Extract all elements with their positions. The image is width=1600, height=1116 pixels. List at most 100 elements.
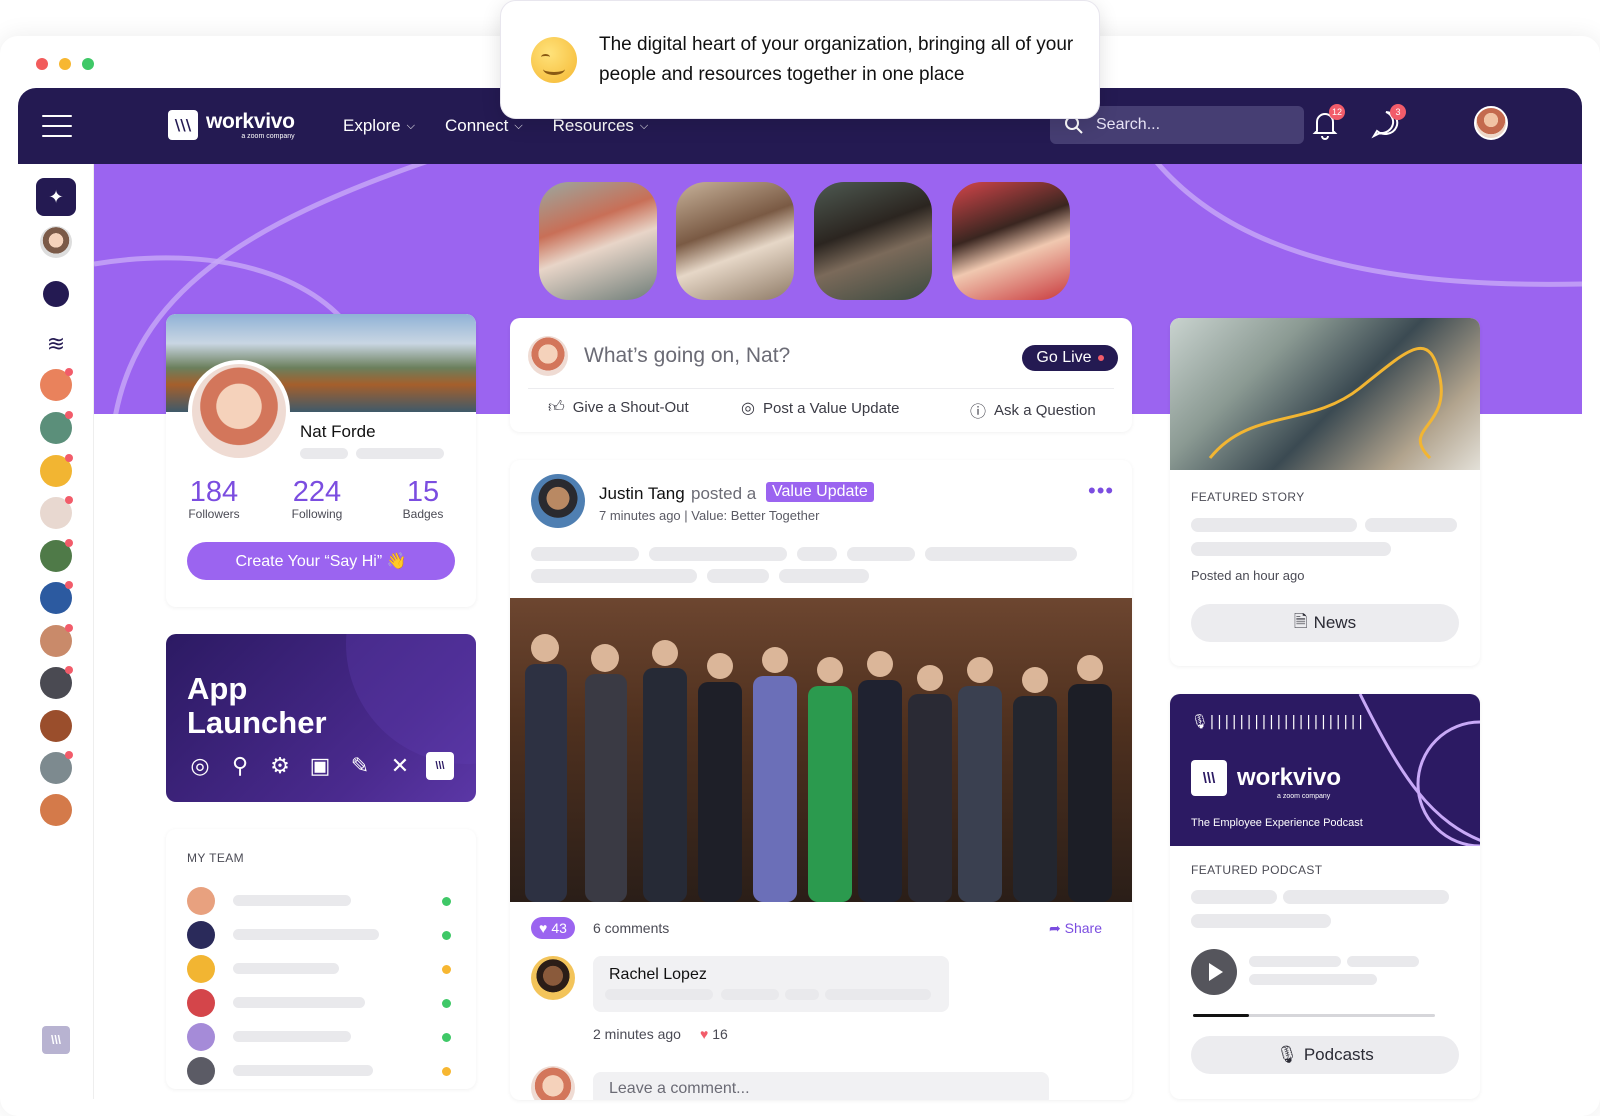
team-member-row[interactable] [187,955,457,983]
placeholder-line [925,547,1077,561]
reactions-count: 43 [551,920,567,936]
comment-likes[interactable]: ♥ 16 [700,1026,728,1042]
minimize-window-dot[interactable] [59,58,71,70]
play-button[interactable] [1191,949,1237,995]
tools-icon[interactable]: ✕ [386,752,414,780]
nav-resources-label: Resources [552,116,634,135]
hero-photo-3 [814,182,932,300]
value-update-label: Post a Value Update [762,399,900,417]
profile-avatar[interactable] [188,360,290,462]
placeholder-line [1191,890,1277,904]
sidebar-space-3[interactable] [40,454,73,487]
comment-input[interactable] [593,1072,1049,1100]
app-launcher-card[interactable]: App Launcher ◎ ⚲ ⚙ ▣ ✎ ✕ \\\ [166,634,476,802]
post-author-name[interactable]: Justin Tang [599,484,685,504]
document-icon: 🗎 [1293,611,1308,631]
team-member-row[interactable] [187,989,457,1017]
ask-question-button[interactable]: ⓘ Ask a Question [970,398,1096,422]
document-edit-icon[interactable]: ✎ [346,752,374,780]
reactions-badge[interactable]: ♥ 43 [531,917,575,939]
podcast-banner[interactable]: 🎙︎||||||||||||||||||||| \\\ workvivo a z… [1170,694,1480,846]
nav-resources[interactable]: Resources ⌵ [553,116,649,136]
team-member-row[interactable] [187,921,457,949]
featured-story-image[interactable] [1170,318,1480,470]
stat-following[interactable]: 224 Following [272,477,362,521]
intro-callout: The digital heart of your organization, … [500,0,1100,119]
podcast-progress-bar[interactable] [1193,1014,1435,1017]
post-composer: Go Live 👍︎ Give a Shout-Out ◎ Post a Value… [510,318,1132,432]
news-button[interactable]: 🗎 News [1191,604,1459,642]
compass-icon[interactable] [43,281,69,307]
say-hi-button[interactable]: Create Your “Say Hi” 👋 [187,542,455,580]
divider [528,388,1114,389]
close-window-dot[interactable] [36,58,48,70]
messages-button[interactable]: 3 [1368,104,1406,142]
notifications-button[interactable]: 12 [1307,104,1345,142]
maximize-window-dot[interactable] [82,58,94,70]
post-photo[interactable] [510,598,1132,902]
group-photo-illustration [525,634,1112,902]
menu-icon[interactable] [42,115,72,137]
sidebar-space-9[interactable] [40,710,72,742]
sidebar-profile-avatar[interactable] [40,226,72,258]
sidebar-space-11[interactable] [40,794,72,826]
sidebar-space-6[interactable] [40,581,73,614]
my-team-label: MY TEAM [187,851,245,865]
placeholder-line [1347,956,1419,967]
sidebar-space-1[interactable] [40,368,73,401]
sidebar-space-10[interactable] [40,751,73,784]
commenter-name[interactable]: Rachel Lopez [609,966,707,984]
gear-icon[interactable]: ⚙ [266,752,294,780]
notifications-badge: 12 [1328,104,1345,120]
stat-followers[interactable]: 184 Followers [169,477,259,521]
post-verb: posted a [691,484,757,503]
sidebar-space-7[interactable] [40,624,73,657]
team-member-row[interactable] [187,1057,457,1085]
workvivo-mark-icon[interactable]: \\\ [42,1026,70,1054]
user-avatar[interactable] [1474,106,1508,140]
placeholder-line [847,547,915,561]
sidebar-space-8[interactable] [40,666,73,699]
go-live-button[interactable]: Go Live [1022,345,1118,371]
composer-input[interactable] [584,344,984,368]
share-arrow-icon: ➦ [1049,920,1065,936]
brand-name: workvivo [206,109,295,133]
shout-out-button[interactable]: 👍︎ Give a Shout-Out [548,398,689,417]
status-dot [442,965,451,974]
comments-count[interactable]: 6 comments [593,920,669,936]
share-button[interactable]: ➦ Share [1049,920,1102,937]
briefcase-icon[interactable]: ▣ [306,752,334,780]
team-member-row[interactable] [187,1023,457,1051]
workvivo-mark-icon[interactable]: \\\ [426,752,454,780]
stat-badges[interactable]: 15 Badges [378,477,468,521]
sidebar-space-2[interactable] [40,411,73,444]
status-dot [442,931,451,940]
aperture-icon[interactable]: ◎ [186,752,214,780]
status-dot [442,999,451,1008]
team-member-row[interactable] [187,887,457,915]
hero-photo-2 [676,182,794,300]
chevron-down-icon: ⌵ [639,119,649,132]
search-input[interactable] [1096,116,1286,134]
sparkle-icon[interactable]: ✦ [36,178,76,216]
search-icon[interactable]: ⚲ [226,752,254,780]
nav-explore[interactable]: Explore ⌵ [343,116,415,136]
value-update-button[interactable]: ◎ Post a Value Update [741,398,899,418]
my-team-card: MY TEAM [166,829,476,1089]
podcasts-button[interactable]: 🎙︎ Podcasts [1191,1036,1459,1074]
sidebar-space-5[interactable] [40,539,73,572]
layers-icon[interactable]: ≋ [40,328,72,360]
more-options-icon[interactable]: ••• [1088,478,1114,504]
app-launcher-icons: ◎ ⚲ ⚙ ▣ ✎ ✕ \\\ [186,752,454,780]
post-author-avatar[interactable] [531,474,585,528]
sidebar-space-4[interactable] [40,496,73,529]
value-update-chip[interactable]: Value Update [766,482,874,502]
commenter-avatar[interactable] [531,956,575,1000]
workvivo-logo[interactable]: \\\ workvivo a zoom company [168,110,295,140]
placeholder-line [1365,518,1457,532]
podcast-brand: \\\ workvivo [1191,760,1341,796]
nav-connect[interactable]: Connect ⌵ [445,116,523,136]
news-label: News [1313,613,1357,632]
ask-question-label: Ask a Question [994,401,1096,419]
placeholder-line [785,989,819,1000]
